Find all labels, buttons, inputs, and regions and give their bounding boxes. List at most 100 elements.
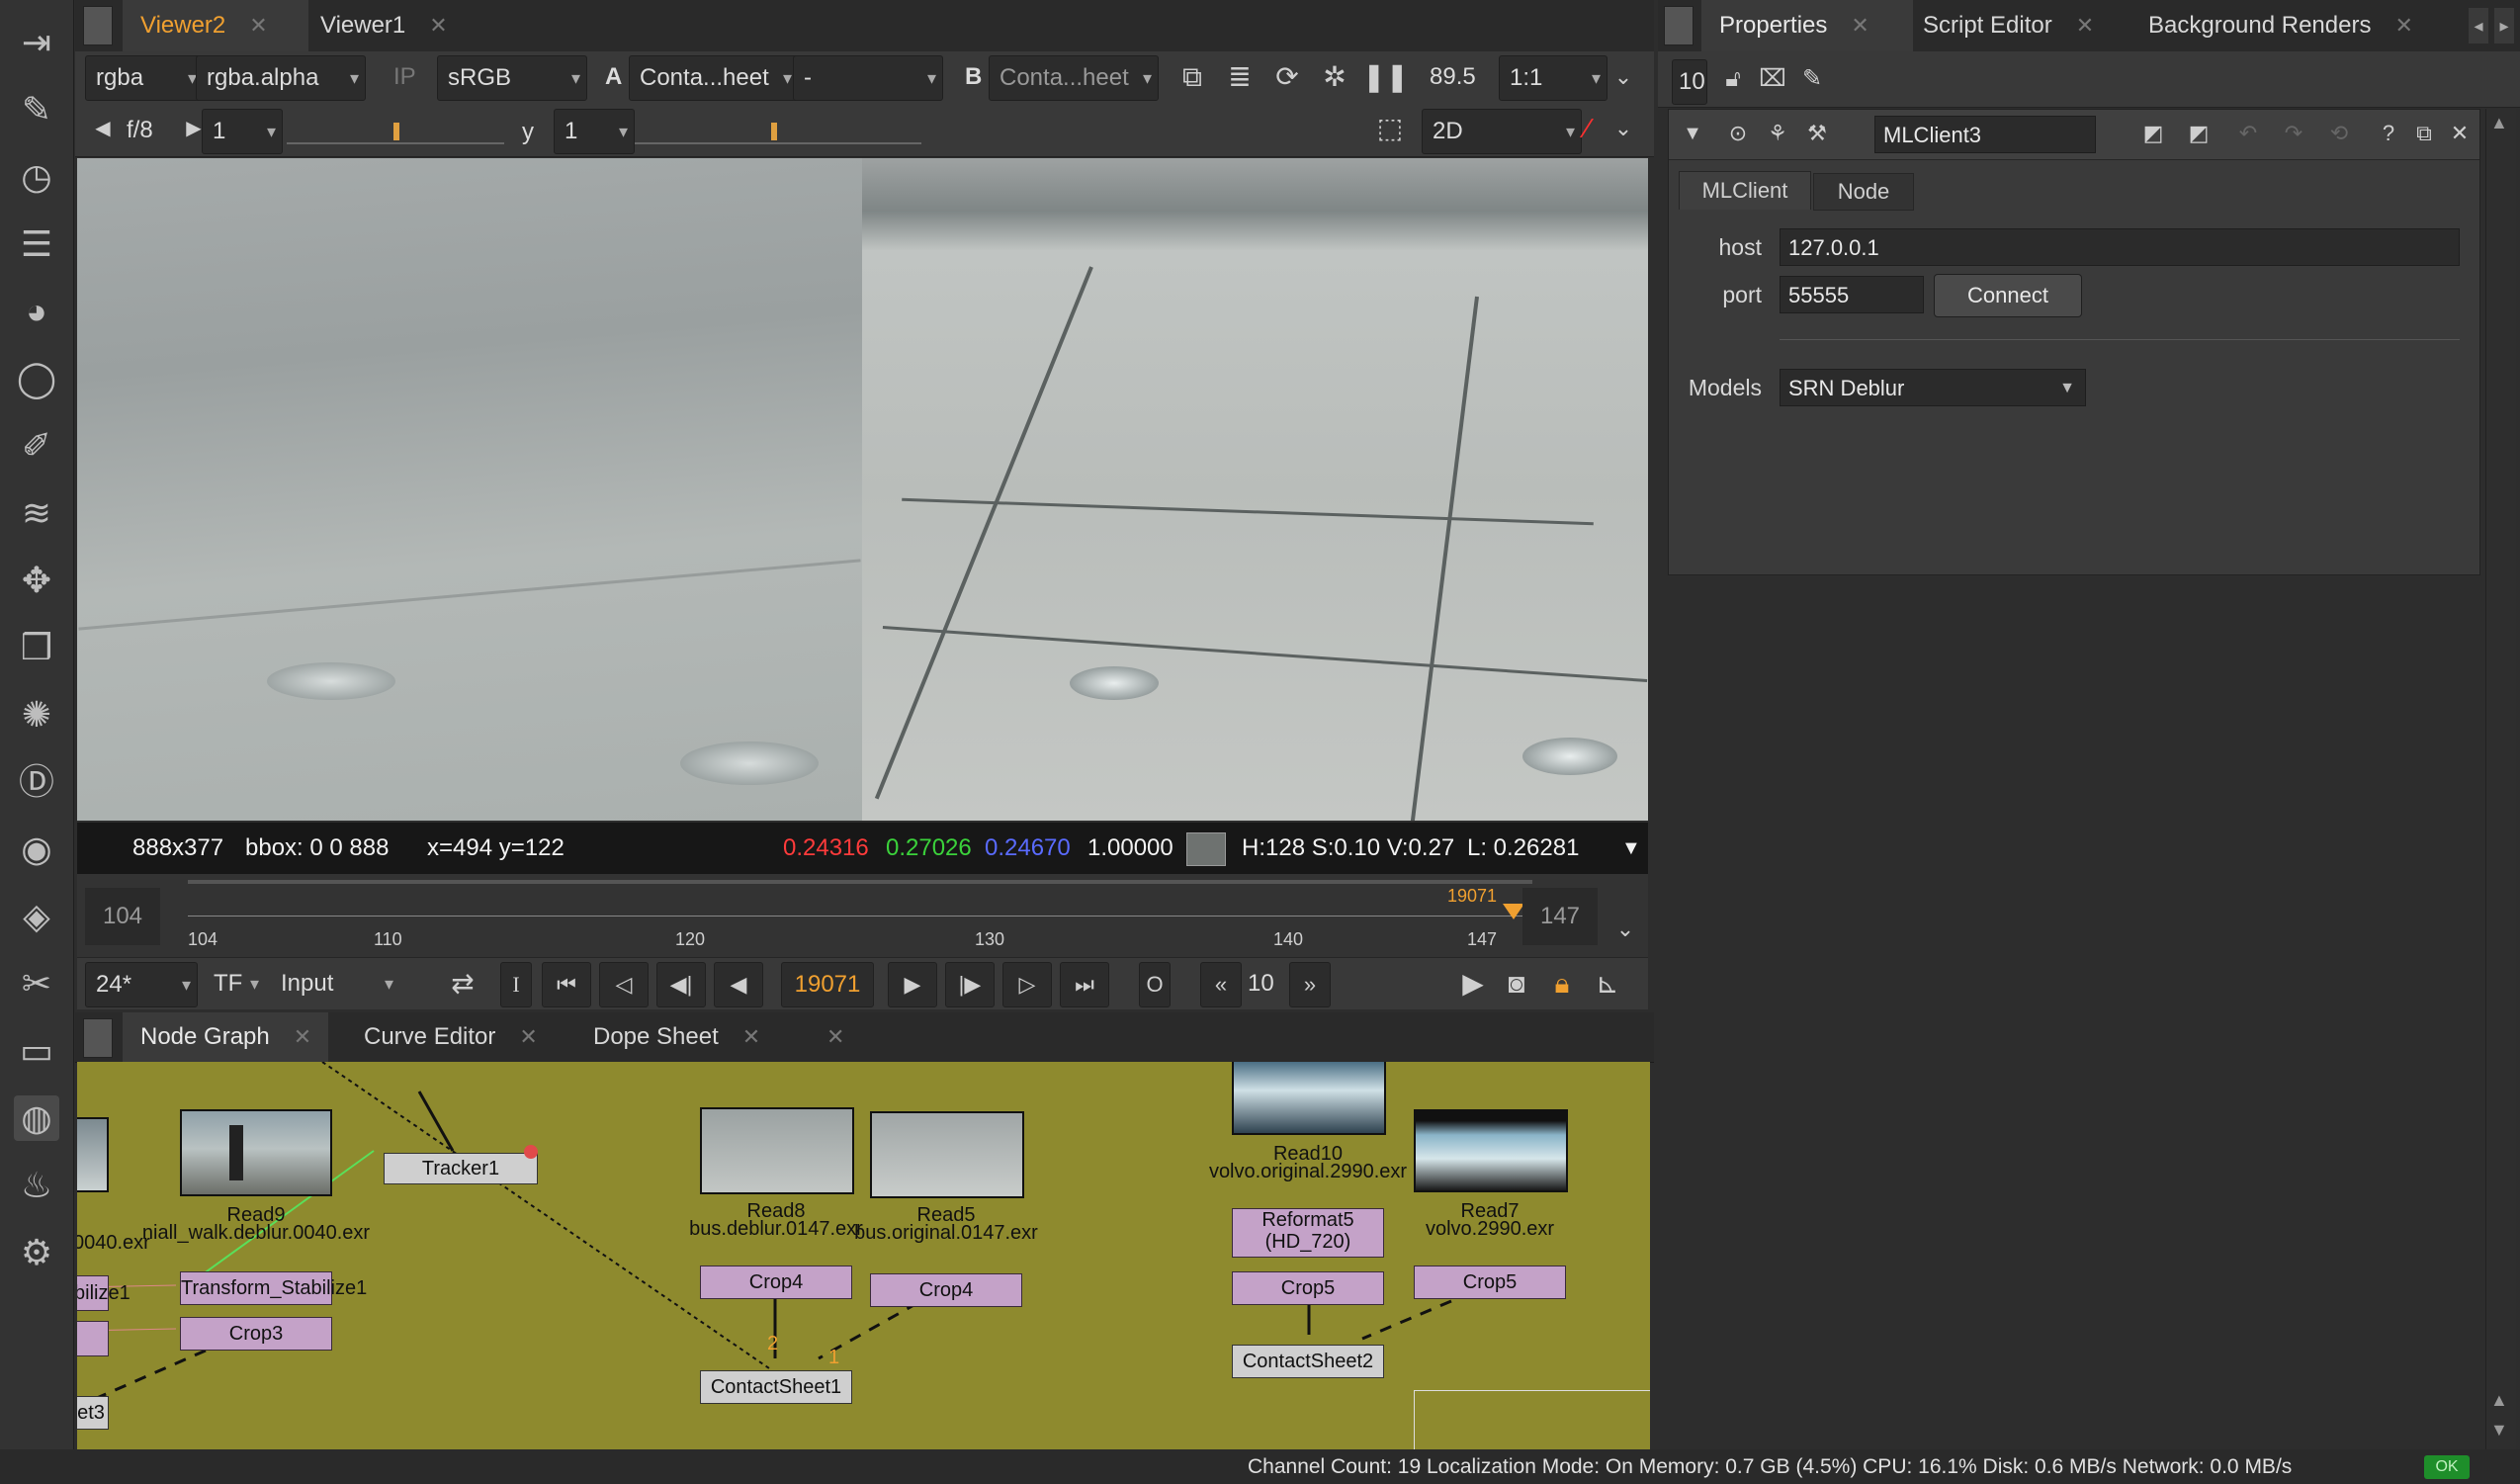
overlay-icon[interactable]: ⧉ xyxy=(1173,57,1212,97)
close-icon[interactable]: ✕ xyxy=(742,1024,760,1049)
close-icon[interactable]: ✕ xyxy=(2394,13,2412,38)
redo-icon[interactable]: ↷ xyxy=(2274,114,2313,153)
ip-button[interactable]: IP xyxy=(393,55,416,99)
node-tracker1[interactable]: Tracker1 xyxy=(384,1153,538,1184)
playhead-icon[interactable] xyxy=(1503,904,1524,919)
last-frame-icon[interactable]: ⏭ xyxy=(1060,962,1109,1007)
expand-icon[interactable]: ⌄ xyxy=(1604,109,1643,148)
node-crop3[interactable]: Crop3 xyxy=(180,1317,332,1351)
list-icon[interactable]: ≣ xyxy=(1220,57,1260,97)
max-panels-field[interactable]: 10 xyxy=(1672,59,1707,147)
tab-node[interactable]: Node xyxy=(1813,173,1914,211)
scroll-up-icon[interactable]: ▲ xyxy=(2490,1390,2508,1411)
gear-icon[interactable]: ⚙ xyxy=(14,1230,59,1275)
arrow-in-icon[interactable]: ⇥ xyxy=(14,20,59,65)
tab-background-renders[interactable]: Background Renders ✕ xyxy=(2130,0,2435,51)
channels-dropdown[interactable]: rgba xyxy=(85,55,204,101)
close-icon[interactable]: ✕ xyxy=(2440,114,2479,153)
input-dropdown[interactable]: Input xyxy=(271,962,399,1005)
float-icon[interactable]: ⧉ xyxy=(2404,114,2444,153)
gamma-slider-handle[interactable] xyxy=(771,123,777,140)
pane-menu-icon[interactable] xyxy=(1664,6,1694,45)
tab-mlclient[interactable]: MLClient xyxy=(1679,171,1811,210)
close-icon[interactable]: ✕ xyxy=(1851,13,1868,38)
viewer-canvas[interactable] xyxy=(77,158,1648,821)
clock-icon[interactable]: ◷ xyxy=(14,154,59,200)
circle-icon[interactable]: ◯ xyxy=(14,356,59,401)
info-menu-icon[interactable]: ▼ xyxy=(1621,823,1641,874)
next-frame-icon[interactable]: |▶ xyxy=(945,962,995,1007)
gain-field[interactable]: 1 xyxy=(202,109,283,154)
node-crop4-a[interactable]: Crop4 xyxy=(700,1266,852,1299)
scroll-up-icon[interactable]: ▲ xyxy=(2490,113,2508,133)
out-point-button[interactable]: O xyxy=(1139,962,1171,1007)
color-picker-icon[interactable]: ◩ xyxy=(2133,114,2173,153)
wipe-dropdown[interactable]: - xyxy=(793,55,943,101)
revert-icon[interactable]: ⟲ xyxy=(2319,114,2359,153)
node-partial-sheet[interactable]: et3 xyxy=(77,1396,109,1430)
pen-icon[interactable]: ✎ xyxy=(14,87,59,132)
play-backward-icon[interactable]: ◀ xyxy=(714,962,763,1007)
loop-icon[interactable]: ⇄ xyxy=(443,964,482,1004)
tab-viewer1[interactable]: Viewer1 ✕ xyxy=(303,0,488,51)
paint-icon[interactable]: ⁄ xyxy=(1568,109,1608,148)
drive-icon[interactable]: ▭ xyxy=(14,1028,59,1074)
bounds-icon[interactable]: ⊾ xyxy=(1588,964,1627,1004)
expand-icon[interactable]: ⌄ xyxy=(1606,910,1645,949)
fps-dropdown[interactable]: 24* xyxy=(85,962,198,1007)
close-icon[interactable]: ✕ xyxy=(826,1024,844,1050)
tab-properties[interactable]: Properties ✕ xyxy=(1701,0,1913,51)
prev-frame-icon[interactable]: ◀| xyxy=(656,962,706,1007)
close-icon[interactable]: ✕ xyxy=(429,13,447,38)
node-stabilize-partial[interactable]: bilize1 xyxy=(77,1275,130,1311)
zoom-value[interactable]: 89.5 xyxy=(1430,55,1476,99)
flipbook-icon[interactable]: ▶ xyxy=(1453,964,1493,1004)
tab-scroll-left-icon[interactable]: ◂ xyxy=(2469,8,2488,44)
gamma-slider[interactable] xyxy=(635,121,921,144)
node-graph-canvas[interactable]: 0040.exr bilize1 et3 Read9 niall_walk.de… xyxy=(77,1062,1650,1449)
cube-icon[interactable]: ❒ xyxy=(14,625,59,670)
ratio-dropdown[interactable]: 1:1 xyxy=(1499,55,1608,101)
graph-navigator[interactable] xyxy=(1414,1390,1650,1449)
models-dropdown[interactable]: SRN Deblur ▼ xyxy=(1780,369,2086,406)
alpha-dropdown[interactable]: rgba.alpha xyxy=(196,55,366,101)
first-frame-icon[interactable]: ⏮ xyxy=(542,962,591,1007)
frame-slider[interactable]: 104 110 120 130 140 147 19071 xyxy=(188,880,1532,953)
prev-stop-icon[interactable]: ◀ xyxy=(83,109,123,148)
close-icon[interactable]: ✕ xyxy=(294,1024,311,1049)
pane-menu-icon[interactable] xyxy=(83,6,113,45)
lut-dropdown[interactable]: sRGB xyxy=(437,55,587,101)
gain-slider-handle[interactable] xyxy=(393,123,399,140)
node-partial[interactable] xyxy=(77,1321,109,1356)
step-field[interactable]: 10 xyxy=(1248,962,1274,1005)
out-frame-field[interactable]: 147 xyxy=(1522,888,1598,945)
undo-icon[interactable]: ↶ xyxy=(2228,114,2268,153)
pane-menu-icon[interactable] xyxy=(83,1018,113,1058)
globe-icon[interactable]: ◍ xyxy=(14,1095,59,1141)
step-back-icon[interactable]: « xyxy=(1200,962,1242,1007)
node-contactsheet1[interactable]: ContactSheet1 xyxy=(700,1370,852,1404)
host-input[interactable]: 127.0.0.1 xyxy=(1780,228,2460,266)
properties-scrollbar[interactable]: ▲ ▲ ▼ xyxy=(2485,109,2516,1449)
collapse-icon[interactable]: ▼ xyxy=(1673,114,1712,153)
particles-icon[interactable]: ✺ xyxy=(14,692,59,738)
settings-icon[interactable]: ✲ xyxy=(1315,57,1354,97)
port-input[interactable]: 55555 xyxy=(1780,276,1924,313)
float-panel-icon[interactable]: ✎ xyxy=(1792,59,1832,99)
tab-curve-editor[interactable]: Curve Editor ✕ xyxy=(346,1012,571,1062)
scroll-down-icon[interactable]: ▼ xyxy=(2490,1420,2508,1440)
clear-panels-icon[interactable]: ⌧ xyxy=(1753,59,1792,99)
tab-script-editor[interactable]: Script Editor ✕ xyxy=(1905,0,2136,51)
node-color-icon[interactable]: ⚘ xyxy=(1758,114,1797,153)
capture-icon[interactable]: ◙ xyxy=(1497,964,1536,1004)
tag-icon[interactable]: ◈ xyxy=(14,894,59,939)
prev-key-icon[interactable]: ◁ xyxy=(599,962,649,1007)
help-icon[interactable]: ? xyxy=(2369,114,2408,153)
roi-icon[interactable]: ⬚ xyxy=(1370,109,1410,148)
node-crop4-b[interactable]: Crop4 xyxy=(870,1273,1022,1307)
timecode-dropdown[interactable]: TF xyxy=(204,962,265,1005)
node-transform-stabilize1[interactable]: Transform_Stabilize1 xyxy=(180,1271,367,1305)
center-node-icon[interactable]: ⊙ xyxy=(1718,114,1758,153)
channel-icon[interactable]: ☰ xyxy=(14,221,59,267)
play-forward-icon[interactable]: ▶ xyxy=(888,962,937,1007)
